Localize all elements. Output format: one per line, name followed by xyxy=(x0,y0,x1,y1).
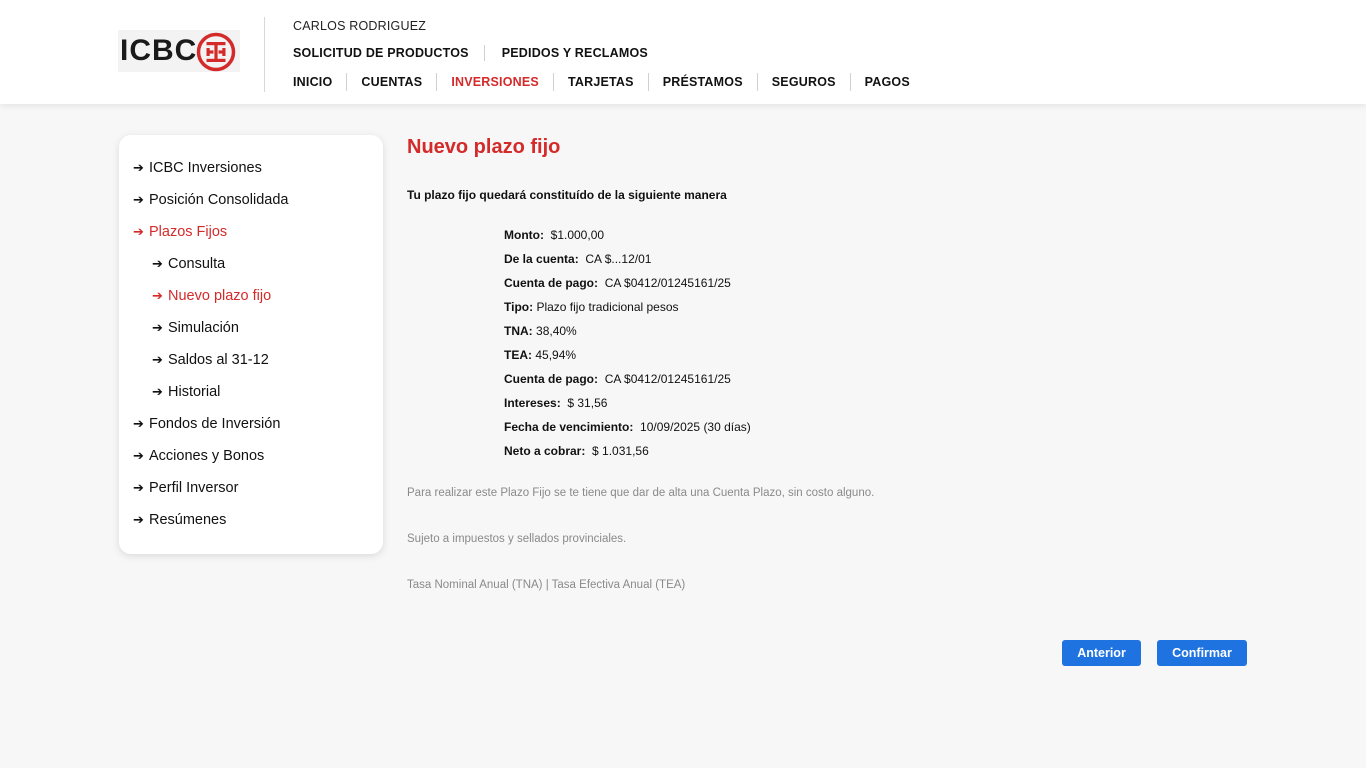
detail-label: Fecha de vencimiento: xyxy=(504,420,634,434)
sidebar-item-label: ICBC Inversiones xyxy=(149,160,262,176)
detail-value: CA $...12/01 xyxy=(585,252,652,266)
arrow-right-icon: ➔ xyxy=(133,192,144,207)
sidebar-item-label: Acciones y Bonos xyxy=(149,448,265,464)
main-nav: INICIO CUENTAS INVERSIONES TARJETAS PRÉS… xyxy=(293,73,924,91)
sidebar-subitem-saldos[interactable]: ➔ Saldos al 31-12 xyxy=(152,350,269,370)
arrow-right-icon: ➔ xyxy=(133,416,144,431)
page-title: Nuevo plazo fijo xyxy=(407,136,561,158)
note-cuenta-plazo: Para realizar este Plazo Fijo se te tien… xyxy=(407,487,875,499)
sidebar-item-icbc-inversiones[interactable]: ➔ ICBC Inversiones xyxy=(133,158,262,178)
sidebar-item-acciones-bonos[interactable]: ➔ Acciones y Bonos xyxy=(133,446,264,466)
sidebar-subitem-historial[interactable]: ➔ Historial xyxy=(152,382,220,402)
logo-text: ICBC xyxy=(120,34,198,67)
detail-value: 45,94% xyxy=(535,348,577,362)
sidebar-item-label: Consulta xyxy=(168,256,226,272)
detail-value: CA $0412/01245161/25 xyxy=(604,276,731,290)
detail-value: $1.000,00 xyxy=(550,228,605,242)
detail-label: Tipo: xyxy=(504,300,534,314)
detail-row-tea: TEA: 45,94% xyxy=(504,347,576,363)
link-pedidos-reclamos[interactable]: PEDIDOS Y RECLAMOS xyxy=(502,45,663,61)
intro-text: Tu plazo fijo quedará constituído de la … xyxy=(407,188,727,202)
detail-row-fecha-vencimiento: Fecha de vencimiento: 10/09/2025 (30 día… xyxy=(504,419,751,435)
detail-label: Cuenta de pago: xyxy=(504,372,599,386)
detail-row-cuenta-de-pago: Cuenta de pago: CA $0412/01245161/25 xyxy=(504,275,731,291)
detail-label: Cuenta de pago: xyxy=(504,276,599,290)
sidebar-subitem-nuevo-plazo-fijo[interactable]: ➔ Nuevo plazo fijo xyxy=(152,286,271,306)
header-divider xyxy=(264,17,265,92)
sidebar-item-label: Resúmenes xyxy=(149,512,227,528)
detail-label: Monto: xyxy=(504,228,544,242)
detail-row-intereses: Intereses: $ 31,56 xyxy=(504,395,607,411)
note-impuestos: Sujeto a impuestos y sellados provincial… xyxy=(407,533,627,545)
sidebar-subitem-consulta[interactable]: ➔ Consulta xyxy=(152,254,225,274)
arrow-right-icon: ➔ xyxy=(133,448,144,463)
nav-pagos[interactable]: PAGOS xyxy=(851,73,924,91)
nav-tarjetas[interactable]: TARJETAS xyxy=(554,73,649,91)
sidebar-item-perfil-inversor[interactable]: ➔ Perfil Inversor xyxy=(133,478,238,498)
arrow-right-icon: ➔ xyxy=(152,384,163,399)
nav-prestamos[interactable]: PRÉSTAMOS xyxy=(649,73,758,91)
sidebar-item-label: Fondos de Inversión xyxy=(149,416,281,432)
nav-seguros[interactable]: SEGUROS xyxy=(758,73,851,91)
site-header: ICBC CARLOS RODRIGUEZ SOLICITUD DE PRODU… xyxy=(0,0,1366,104)
detail-value: $ 31,56 xyxy=(567,396,608,410)
nav-inicio[interactable]: INICIO xyxy=(293,73,348,91)
arrow-right-icon: ➔ xyxy=(152,320,163,335)
note-tna-tea: Tasa Nominal Anual (TNA) | Tasa Efectiva… xyxy=(407,579,686,591)
sidebar-item-posicion-consolidada[interactable]: ➔ Posición Consolidada xyxy=(133,190,288,210)
icbc-logo[interactable]: ICBC xyxy=(118,30,240,72)
detail-row-tna: TNA: 38,40% xyxy=(504,323,577,339)
user-name: CARLOS RODRIGUEZ xyxy=(293,19,427,33)
arrow-right-icon: ➔ xyxy=(152,256,163,271)
confirm-button[interactable]: Confirmar xyxy=(1157,640,1247,666)
sidebar-item-label: Saldos al 31-12 xyxy=(168,352,269,368)
arrow-right-icon: ➔ xyxy=(152,352,163,367)
detail-value: $ 1.031,56 xyxy=(592,444,649,458)
detail-value: 38,40% xyxy=(536,324,577,338)
sidebar-item-label: Posición Consolidada xyxy=(149,192,289,208)
arrow-right-icon: ➔ xyxy=(133,224,144,239)
sidebar-item-label: Simulación xyxy=(168,320,239,336)
sidebar-item-plazos-fijos[interactable]: ➔ Plazos Fijos xyxy=(133,222,227,242)
detail-row-cuenta-de-pago-2: Cuenta de pago: CA $0412/01245161/25 xyxy=(504,371,731,387)
top-links: SOLICITUD DE PRODUCTOS PEDIDOS Y RECLAMO… xyxy=(293,45,680,61)
arrow-right-icon: ➔ xyxy=(133,160,144,175)
detail-label: De la cuenta: xyxy=(504,252,579,266)
nav-cuentas[interactable]: CUENTAS xyxy=(347,73,438,91)
previous-button[interactable]: Anterior xyxy=(1062,640,1141,666)
detail-row-neto-a-cobrar: Neto a cobrar: $ 1.031,56 xyxy=(504,443,649,459)
sidebar-menu: ➔ ICBC Inversiones ➔ Posición Consolidad… xyxy=(119,135,383,554)
nav-inversiones[interactable]: INVERSIONES xyxy=(437,73,554,91)
detail-value: CA $0412/01245161/25 xyxy=(604,372,731,386)
detail-row-de-la-cuenta: De la cuenta: CA $...12/01 xyxy=(504,251,651,267)
arrow-right-icon: ➔ xyxy=(133,480,144,495)
sidebar-item-resumenes[interactable]: ➔ Resúmenes xyxy=(133,510,226,530)
sidebar-item-label: Historial xyxy=(168,384,221,400)
detail-row-tipo: Tipo: Plazo fijo tradicional pesos xyxy=(504,299,679,315)
sidebar-item-label: Perfil Inversor xyxy=(149,480,239,496)
sidebar-item-fondos-inversion[interactable]: ➔ Fondos de Inversión xyxy=(133,414,280,434)
detail-label: TNA: xyxy=(504,324,533,338)
sidebar-item-label: Plazos Fijos xyxy=(149,224,228,240)
detail-row-monto: Monto: $1.000,00 xyxy=(504,227,604,243)
link-solicitud-productos[interactable]: SOLICITUD DE PRODUCTOS xyxy=(293,45,485,61)
detail-label: TEA: xyxy=(504,348,532,362)
detail-label: Neto a cobrar: xyxy=(504,444,586,458)
arrow-right-icon: ➔ xyxy=(152,288,163,303)
icbc-emblem-icon xyxy=(196,32,236,72)
sidebar-item-label: Nuevo plazo fijo xyxy=(168,288,272,304)
sidebar-subitem-simulacion[interactable]: ➔ Simulación xyxy=(152,318,239,338)
detail-value: Plazo fijo tradicional pesos xyxy=(536,300,679,314)
detail-value: 10/09/2025 (30 días) xyxy=(640,420,751,434)
detail-label: Intereses: xyxy=(504,396,561,410)
arrow-right-icon: ➔ xyxy=(133,512,144,527)
